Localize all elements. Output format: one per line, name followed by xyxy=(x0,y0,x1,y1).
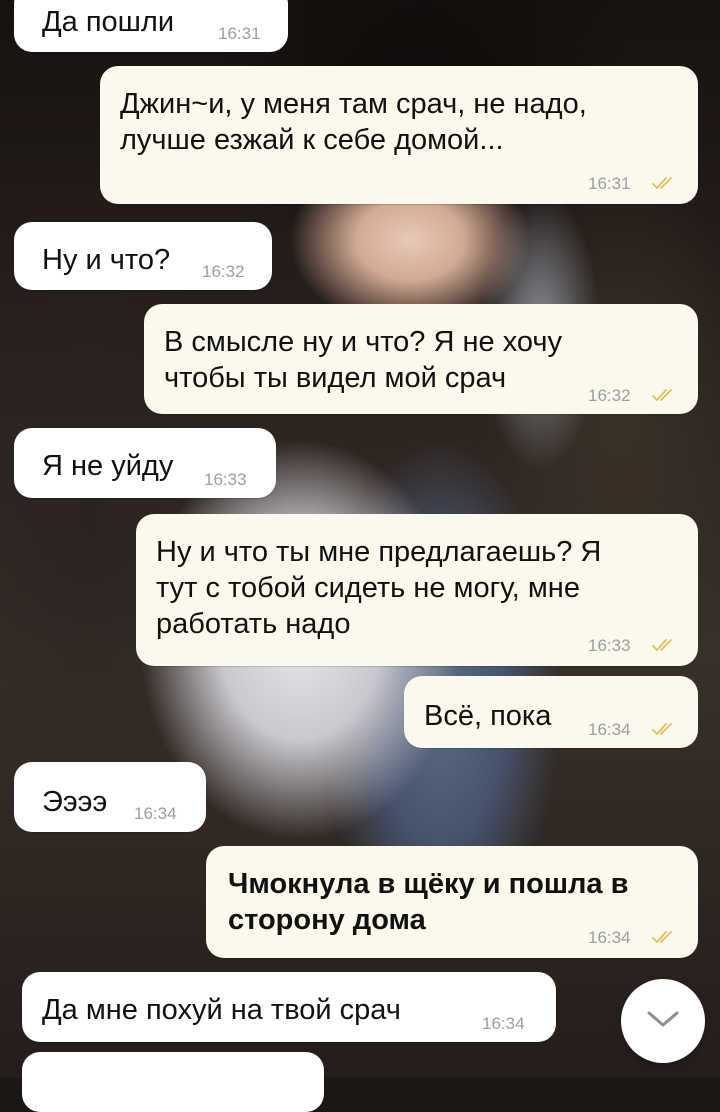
message-text: Чмокнула в щёку и пошла в сторону дома xyxy=(228,868,629,936)
message-bubble-outgoing[interactable]: В смысле ну и что? Я не хочу чтобы ты ви… xyxy=(144,304,698,414)
message-bubble-incoming[interactable]: Ну и что? 16:32 xyxy=(14,222,272,290)
message-time: 16:34 xyxy=(588,928,631,947)
message-time: 16:32 xyxy=(588,386,631,405)
message-text: Да мне похуй на твой срач xyxy=(42,994,401,1026)
read-ticks-icon xyxy=(652,930,678,944)
read-ticks-icon xyxy=(652,176,678,190)
scroll-to-bottom-button[interactable] xyxy=(621,979,705,1063)
message-text: Всё, пока xyxy=(424,700,552,732)
message-bubble-incoming[interactable]: Да пошли 16:31 xyxy=(14,0,288,52)
message-bubble-outgoing[interactable]: Чмокнула в щёку и пошла в сторону дома 1… xyxy=(206,846,698,958)
message-bubble-outgoing[interactable]: Джин~и, у меня там срач, не надо, лучше … xyxy=(100,66,698,204)
message-time: 16:34 xyxy=(134,804,177,823)
message-time: 16:31 xyxy=(588,174,631,193)
message-bubble-incoming[interactable]: Ээээ 16:34 xyxy=(14,762,206,832)
message-time: 16:33 xyxy=(204,470,247,489)
message-time: 16:33 xyxy=(588,636,631,655)
message-bubble-outgoing[interactable]: Ну и что ты мне предлагаешь? Я тут с тоб… xyxy=(136,514,698,666)
message-text: Да пошли xyxy=(42,6,175,38)
message-time: 16:32 xyxy=(202,262,245,281)
message-time: 16:34 xyxy=(482,1014,525,1033)
message-bubble-incoming[interactable]: Я не уйду 16:33 xyxy=(14,428,276,498)
message-text: Ну и что? xyxy=(42,244,171,276)
message-text: Джин~и, у меня там срач, не надо, лучше … xyxy=(120,88,587,156)
read-ticks-icon xyxy=(652,722,678,736)
read-ticks-icon xyxy=(652,638,678,652)
message-bubble-outgoing[interactable]: Всё, пока 16:34 xyxy=(404,676,698,748)
message-text: Ээээ xyxy=(42,786,108,818)
message-text: Ну и что ты мне предлагаешь? Я тут с тоб… xyxy=(156,536,602,640)
message-text: Я не уйду xyxy=(42,450,174,482)
message-bubble-incoming[interactable]: Да мне похуй на твой срач 16:34 xyxy=(22,972,556,1042)
chevron-down-icon xyxy=(646,1009,680,1034)
message-bubble-incoming-partial[interactable] xyxy=(22,1052,324,1112)
message-text: В смысле ну и что? Я не хочу чтобы ты ви… xyxy=(164,326,562,394)
message-time: 16:31 xyxy=(218,24,261,43)
message-time: 16:34 xyxy=(588,720,631,739)
read-ticks-icon xyxy=(652,388,678,402)
